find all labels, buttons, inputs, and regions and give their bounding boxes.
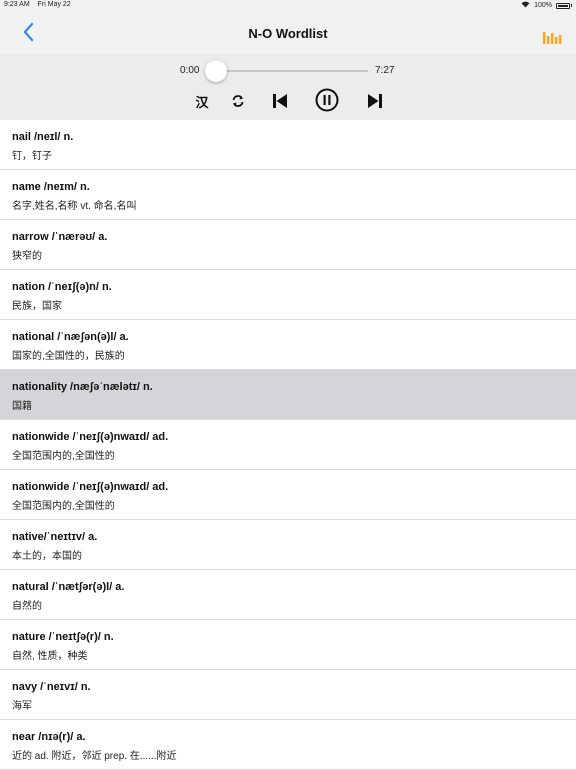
word-row[interactable]: near /nɪə(r)/ a. 近的 ad. 附近，邻近 prep. 在....…	[0, 720, 576, 770]
repeat-icon	[232, 95, 244, 107]
loop-button[interactable]	[229, 90, 247, 112]
word-text: nail /neɪl/ n.	[12, 131, 74, 143]
word-meaning: 狭窄的	[12, 251, 42, 262]
word-meaning: 本土的，本国的	[12, 551, 82, 562]
word-text: nature /ˈneɪtʃə(r)/ n.	[12, 631, 114, 643]
navigation-bar: N-O Wordlist	[0, 12, 576, 54]
word-meaning: 全国范围内的,全国性的	[12, 451, 115, 462]
word-text: nationality /næʃəˈnælətɪ/ n.	[12, 381, 153, 393]
word-row[interactable]: nationwide /ˈneɪʃ(ə)nwaɪd/ ad. 全国范围内的,全国性…	[0, 420, 576, 470]
progress-track[interactable]	[212, 70, 368, 72]
word-meaning: 近的 ad. 附近，邻近 prep. 在......附近	[12, 751, 177, 762]
total-time: 7:27	[375, 65, 395, 76]
battery-percent: 100%	[534, 2, 552, 9]
wifi-icon	[521, 1, 530, 10]
battery-icon	[556, 2, 570, 9]
word-meaning: 民族，国家	[12, 301, 62, 312]
word-meaning: 自然的	[12, 601, 42, 612]
word-row[interactable]: nature /ˈneɪtʃə(r)/ n. 自然, 性质，种类	[0, 620, 576, 670]
status-left: 9:23 AM Fri May 22	[4, 1, 77, 8]
pause-circle-icon	[315, 88, 339, 112]
word-text: navy /ˈneɪvɪ/ n.	[12, 681, 91, 693]
word-text: native/ˈneɪtɪv/ a.	[12, 531, 98, 543]
word-text: nation /ˈneɪʃ(ə)n/ n.	[12, 281, 112, 293]
previous-button[interactable]	[270, 90, 290, 112]
word-text: near /nɪə(r)/ a.	[12, 731, 86, 743]
audio-player: 0:00 7:27 汉	[0, 54, 576, 120]
status-date: Fri May 22	[37, 1, 71, 8]
word-text: nationwide /ˈneɪʃ(ə)nwaɪd/ ad.	[12, 481, 169, 493]
word-list: nail /neɪl/ n. 钉，钉子 name /neɪm/ n. 名字,姓名,名称…	[0, 120, 576, 770]
skip-previous-icon	[273, 94, 287, 108]
word-text: nationwide /ˈneɪʃ(ə)nwaɪd/ ad.	[12, 431, 169, 443]
chinese-toggle-button[interactable]: 汉	[192, 90, 212, 112]
next-button[interactable]	[365, 90, 385, 112]
status-time: 9:23 AM	[4, 1, 30, 8]
word-row[interactable]: nail /neɪl/ n. 钉，钉子	[0, 120, 576, 170]
word-meaning: 全国范围内的,全国性的	[12, 501, 115, 512]
battery-tip	[571, 4, 572, 7]
word-row[interactable]: name /neɪm/ n. 名字,姓名,名称 vt. 命名,名叫	[0, 170, 576, 220]
word-meaning: 自然, 性质，种类	[12, 651, 88, 662]
status-bar: 9:23 AM Fri May 22 100%	[0, 0, 576, 12]
word-row[interactable]: narrow /ˈnærəʊ/ a. 狭窄的	[0, 220, 576, 270]
word-text: national /ˈnæʃən(ə)l/ a.	[12, 331, 129, 343]
word-row[interactable]: native/ˈneɪtɪv/ a. 本土的，本国的	[0, 520, 576, 570]
word-row[interactable]: nation /ˈneɪʃ(ə)n/ n. 民族，国家	[0, 270, 576, 320]
word-text: name /neɪm/ n.	[12, 181, 90, 193]
skip-next-icon	[368, 94, 382, 108]
word-meaning: 名字,姓名,名称 vt. 命名,名叫	[12, 201, 137, 212]
word-meaning: 国籍	[12, 401, 32, 412]
word-text: narrow /ˈnærəʊ/ a.	[12, 231, 108, 243]
word-row[interactable]: navy /ˈneɪvɪ/ n. 海军	[0, 670, 576, 720]
word-text: natural /ˈnætʃər(ə)l/ a.	[12, 581, 125, 593]
word-row[interactable]: natural /ˈnætʃər(ə)l/ a. 自然的	[0, 570, 576, 620]
word-row[interactable]: nationwide /ˈneɪʃ(ə)nwaɪd/ ad. 全国范围内的,全国性…	[0, 470, 576, 520]
word-row[interactable]: national /ˈnæʃən(ə)l/ a. 国家的,全国性的，民族的	[0, 320, 576, 370]
word-meaning: 国家的,全国性的，民族的	[12, 351, 125, 362]
status-right: 100%	[521, 1, 572, 10]
progress-thumb[interactable]	[205, 60, 227, 82]
word-row[interactable]: nationality /næʃəˈnælətɪ/ n. 国籍	[0, 370, 576, 420]
word-meaning: 钉，钉子	[12, 151, 52, 162]
pause-button[interactable]	[315, 88, 339, 112]
equalizer-icon	[543, 32, 562, 44]
word-meaning: 海军	[12, 701, 32, 712]
page-title: N-O Wordlist	[248, 26, 328, 41]
current-time: 0:00	[180, 65, 200, 76]
equalizer-button[interactable]	[542, 30, 562, 46]
